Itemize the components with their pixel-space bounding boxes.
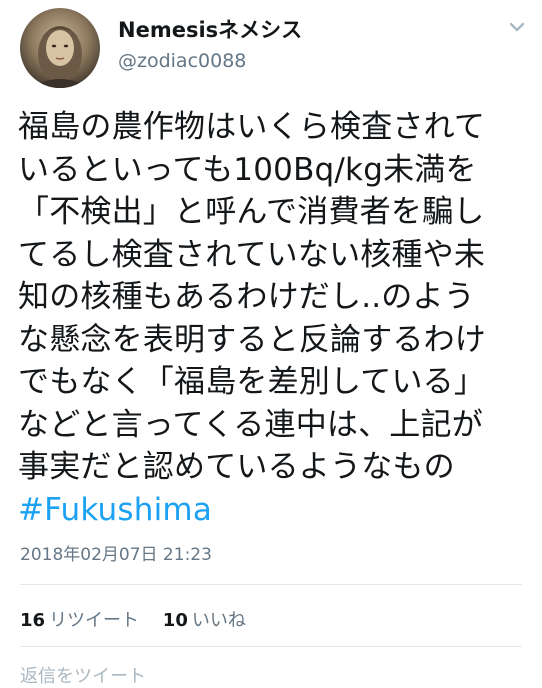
tweet-card: Nemesisネメシス @zodiac0088 福島の農作物はいくら検査されて … [0, 0, 542, 687]
user-handle[interactable]: @zodiac0088 [118, 50, 246, 72]
tweet-text-line: な懸念を表明すると反論するわけ [18, 321, 486, 358]
tweet-timestamp[interactable]: 2018年02月07日 21:23 [20, 540, 212, 565]
tweet-stats: 16 リツイート 10 いいね [20, 606, 264, 632]
retweet-label: リツイート [49, 610, 140, 631]
reply-input[interactable]: 返信をツイート [20, 662, 146, 688]
tweet-text-line: てるし検査されていない核種や未 [18, 236, 486, 273]
tweet-text-line: などと言ってくる連中は、上記が [18, 406, 483, 443]
tweet-text-line: 事実だと認めているようなもの [18, 449, 455, 485]
like-label: いいね [191, 610, 246, 631]
divider [20, 646, 522, 647]
retweet-stat[interactable]: 16 リツイート [20, 610, 139, 631]
tweet-text-line: いるといっても100Bq/kg未満を [18, 151, 477, 188]
hashtag-link[interactable]: #Fukushima [18, 489, 534, 532]
tweet-text: 福島の農作物はいくら検査されて いるといっても100Bq/kg未満を 「不検出」… [18, 106, 534, 531]
like-stat[interactable]: 10 いいね [163, 610, 246, 631]
chevron-down-icon[interactable] [506, 16, 528, 38]
like-count: 10 [162, 610, 188, 631]
avatar[interactable] [20, 8, 100, 88]
tweet-text-line: 「不検出」と呼んで消費者を騙し [18, 194, 485, 230]
tweet-text-line: 福島の農作物はいくら検査されて [18, 109, 486, 145]
divider [20, 584, 522, 585]
tweet-text-line: でもなく「福島を差別している」 [18, 364, 486, 400]
tweet-text-line: 知の核種もあるわけだし..のよう [18, 279, 475, 315]
display-name[interactable]: Nemesisネメシス [118, 14, 302, 44]
retweet-count: 16 [20, 610, 46, 631]
